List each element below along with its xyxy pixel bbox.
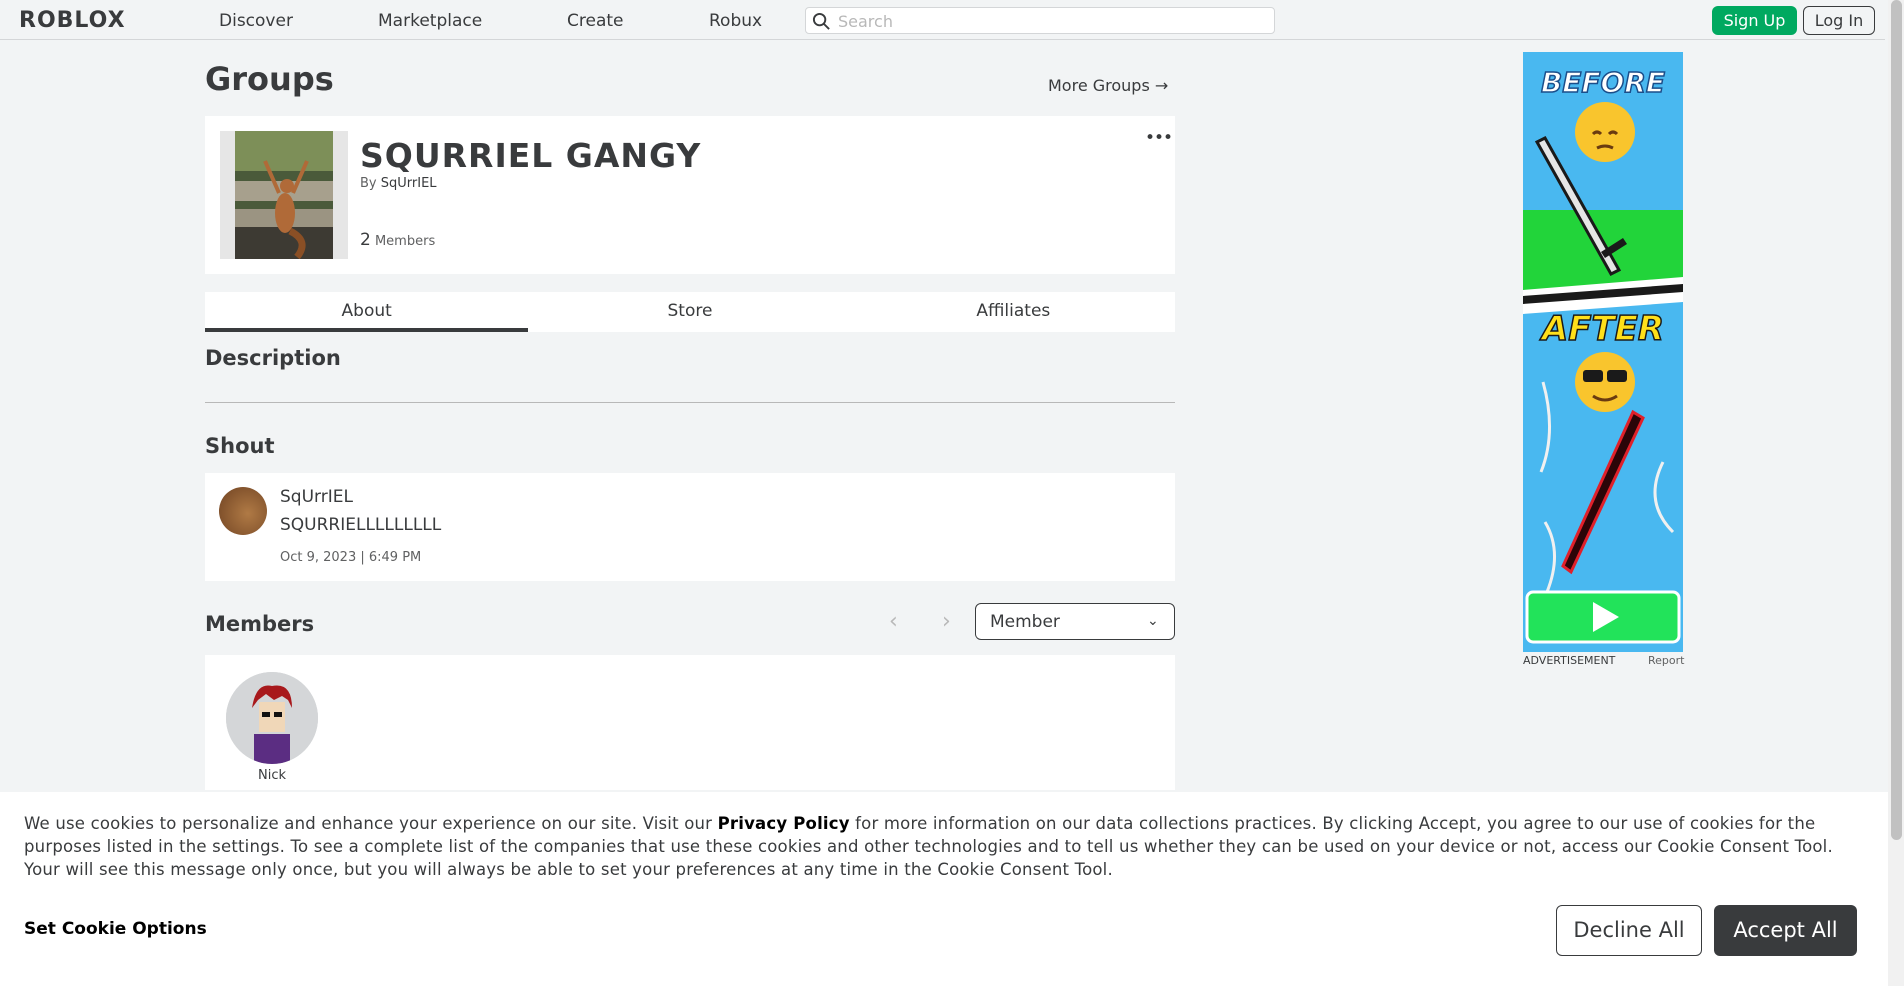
member-avatar[interactable] [226, 672, 318, 764]
role-dropdown-value: Member [990, 612, 1060, 632]
cookie-text-before: We use cookies to personalize and enhanc… [24, 814, 718, 833]
group-owner-line: By SqUrrIEL [360, 176, 437, 191]
search-icon [812, 12, 830, 30]
page-title: Groups [205, 60, 334, 98]
sign-up-button[interactable]: Sign Up [1712, 6, 1797, 35]
member-count-value: 2 [360, 230, 371, 250]
nav-discover[interactable]: Discover [219, 11, 293, 31]
by-label: By [360, 176, 377, 191]
decline-all-button[interactable]: Decline All [1556, 905, 1702, 956]
tab-about[interactable]: About [205, 292, 529, 332]
accept-all-button[interactable]: Accept All [1714, 905, 1857, 956]
cookie-banner: We use cookies to personalize and enhanc… [0, 792, 1888, 986]
group-emblem [220, 131, 348, 259]
group-tabs: About Store Affiliates [205, 292, 1175, 332]
tab-affiliates[interactable]: Affiliates [852, 292, 1175, 332]
chevron-right-icon[interactable]: › [942, 609, 951, 634]
ad-report-link[interactable]: Report [1648, 654, 1684, 667]
group-member-count: 2 Members [360, 230, 435, 250]
shout-username[interactable]: SqUrrIEL [280, 487, 353, 507]
role-dropdown[interactable]: Member ⌄ [975, 603, 1175, 640]
chevron-down-icon: ⌄ [1147, 613, 1159, 629]
more-groups-link[interactable]: More Groups → [1048, 76, 1168, 95]
members-heading: Members [205, 612, 315, 636]
divider [205, 402, 1175, 403]
privacy-policy-link[interactable]: Privacy Policy [718, 814, 850, 833]
more-options-icon[interactable]: ••• [1145, 128, 1173, 148]
shout-heading: Shout [205, 434, 275, 458]
shout-timestamp: Oct 9, 2023 | 6:49 PM [280, 550, 422, 565]
shout-card: SqUrrIEL SQURRIELLLLLLLLL Oct 9, 2023 | … [205, 473, 1175, 581]
search-box[interactable] [805, 7, 1275, 34]
tab-store[interactable]: Store [528, 292, 851, 332]
nav-marketplace[interactable]: Marketplace [378, 11, 482, 31]
description-heading: Description [205, 346, 341, 370]
ad-after-text: AFTER [1539, 309, 1664, 349]
set-cookie-options-link[interactable]: Set Cookie Options [24, 919, 207, 939]
squirrel-image [235, 131, 333, 259]
group-name: SQURRIEL GANGY [360, 136, 702, 175]
chevron-left-icon[interactable]: ‹ [889, 609, 898, 634]
scrollbar-thumb[interactable] [1891, 0, 1902, 840]
members-label: Members [374, 234, 436, 249]
nav-robux[interactable]: Robux [709, 11, 762, 31]
group-owner-link[interactable]: SqUrrIEL [381, 176, 437, 191]
ad-creative: BEFORE AFTER [1523, 52, 1683, 652]
nav-create[interactable]: Create [567, 11, 624, 31]
search-input[interactable] [838, 10, 1258, 32]
ad-before-text: BEFORE [1541, 66, 1665, 99]
avatar[interactable] [219, 487, 267, 535]
cookie-message: We use cookies to personalize and enhanc… [24, 812, 1864, 881]
shout-message: SQURRIELLLLLLLLL [280, 515, 442, 535]
member-name[interactable]: Nick [226, 768, 318, 783]
log-in-button[interactable]: Log In [1803, 6, 1875, 35]
roblox-logo[interactable]: ROBLOX [19, 8, 126, 33]
top-navigation: ROBLOX Discover Marketplace Create Robux… [0, 0, 1885, 40]
group-header-card: SQURRIEL GANGY By SqUrrIEL 2 Members ••• [205, 116, 1175, 274]
members-list: Nick [205, 655, 1175, 790]
advertisement-banner[interactable]: BEFORE AFTER [1523, 52, 1683, 652]
member-avatar-image [226, 672, 318, 764]
advertisement-label: ADVERTISEMENT [1523, 654, 1616, 667]
